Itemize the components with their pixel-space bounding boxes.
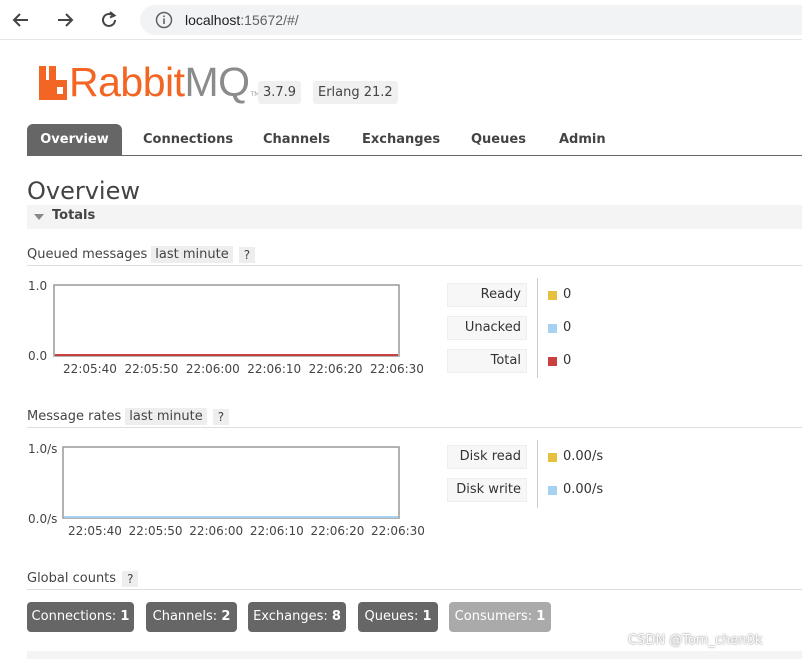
queued-x-tick-label: 22:05:40 <box>63 362 117 376</box>
global-counts-title: Global counts <box>27 571 117 586</box>
totals-label: Totals <box>52 208 96 223</box>
count-exchanges-value: 8 <box>331 609 341 624</box>
info-icon[interactable] <box>155 11 173 29</box>
count-exchanges-label: Exchanges: <box>253 609 328 624</box>
totals-section-toggle[interactable]: Totals <box>27 205 802 229</box>
legend-total-value: 0 <box>563 353 572 368</box>
url-host: localhost <box>185 12 241 28</box>
rates-x-tick-label: 22:06:00 <box>189 524 243 538</box>
queued-range-selector[interactable]: last minute <box>151 246 233 263</box>
page-title: Overview <box>27 177 140 205</box>
rates-y-max-label: 1.0/s <box>28 442 57 456</box>
rates-x-axis: 22:05:40 22:05:50 22:06:00 22:06:10 22:06:20… <box>68 524 425 538</box>
count-consumers-button[interactable]: Consumers: 1 <box>449 602 551 632</box>
count-consumers-label: Consumers: <box>454 609 533 624</box>
rates-help-button[interactable]: ? <box>212 408 230 425</box>
count-connections-label: Connections: <box>31 609 117 624</box>
legend-total-swatch <box>548 357 557 366</box>
browser-toolbar: localhost:15672/#/ <box>0 0 802 40</box>
legend-disk-read-label: Disk read <box>447 445 527 469</box>
count-consumers-value: 1 <box>536 609 546 624</box>
tab-channels[interactable]: Channels <box>263 124 330 156</box>
rates-chart-svg: 1.0/s 0.0/s 22:05:40 22:05:50 22:06:00 22:0… <box>28 442 425 538</box>
queued-messages-title: Queued messages <box>27 247 148 262</box>
tab-queues[interactable]: Queues <box>471 124 526 156</box>
queued-y-min-label: 0.0 <box>28 349 47 363</box>
reload-icon <box>102 11 117 27</box>
queued-x-tick-label: 22:06:10 <box>247 362 301 376</box>
tab-overview[interactable]: Overview <box>27 124 122 156</box>
queued-x-tick-label: 22:06:20 <box>309 362 363 376</box>
legend-disk-read-value: 0.00/s <box>563 449 604 464</box>
legend-disk-write-swatch <box>548 486 557 495</box>
queued-help-button[interactable]: ? <box>238 246 256 263</box>
legend-ready-swatch <box>548 291 557 300</box>
legend-disk-read-swatch <box>548 453 557 462</box>
tab-connections[interactable]: Connections <box>143 124 233 156</box>
global-help-button[interactable]: ? <box>122 570 139 587</box>
rabbit-logo-icon <box>39 66 67 100</box>
queued-plot-area <box>53 284 400 357</box>
rates-x-tick-label: 22:06:30 <box>371 524 425 538</box>
arrow-right-icon <box>58 13 74 27</box>
queued-x-axis: 22:05:40 22:05:50 22:06:00 22:06:10 22:06:20… <box>63 362 424 376</box>
main-nav-tabs: Overview Connections Channels Exchanges … <box>27 124 802 156</box>
legend-unacked-label: Unacked <box>447 316 527 340</box>
count-connections-button[interactable]: Connections: 1 <box>27 602 134 632</box>
legend-disk-write-value: 0.00/s <box>563 482 604 497</box>
queued-x-tick-label: 22:05:50 <box>124 362 178 376</box>
rates-plot-area <box>62 446 400 519</box>
tab-exchanges[interactable]: Exchanges <box>362 124 440 156</box>
reload-button[interactable] <box>96 8 122 32</box>
count-queues-value: 1 <box>422 609 432 624</box>
logo-rabbit-text: Rabbit <box>69 59 185 105</box>
arrow-left-icon <box>12 13 28 27</box>
legend-ready-value: 0 <box>563 287 572 302</box>
legend-disk-write-label: Disk write <box>447 478 527 502</box>
count-queues-button[interactable]: Queues: 1 <box>358 602 438 632</box>
count-connections-value: 1 <box>120 609 130 624</box>
rabbitmq-logo[interactable]: RabbitMQ TM <box>38 62 259 103</box>
rates-x-tick-label: 22:05:40 <box>68 524 122 538</box>
queued-x-tick-label: 22:06:30 <box>370 362 424 376</box>
queued-messages-chart: 1.0 0.0 22:05:40 22:05:50 22:06:00 22:06:10… <box>27 278 437 382</box>
queued-x-tick-label: 22:06:00 <box>186 362 240 376</box>
rates-range-selector[interactable]: last minute <box>125 408 207 425</box>
legend-unacked-swatch <box>548 324 557 333</box>
back-button[interactable] <box>8 8 34 32</box>
next-section-header <box>27 651 802 659</box>
rabbitmq-version-badge: 3.7.9 <box>258 81 302 104</box>
address-bar[interactable]: localhost:15672/#/ <box>140 5 802 35</box>
message-rates-chart: 1.0/s 0.0/s 22:05:40 22:05:50 22:06:00 22:0… <box>27 440 437 544</box>
collapse-triangle-icon <box>34 214 44 220</box>
queued-chart-svg: 1.0 0.0 22:05:40 22:05:50 22:06:00 22:06:10… <box>28 279 424 376</box>
queued-messages-header: Queued messages last minute ? <box>27 244 802 266</box>
queued-y-max-label: 1.0 <box>28 279 47 293</box>
legend-unacked-value: 0 <box>563 320 572 335</box>
message-rates-header: Message rates last minute ? <box>27 406 802 428</box>
count-exchanges-button[interactable]: Exchanges: 8 <box>248 602 346 632</box>
count-queues-label: Queues: <box>364 609 419 624</box>
watermark: CSDN @Tom_chen0k <box>628 633 763 648</box>
global-counts-header: Global counts ? <box>27 568 802 590</box>
rates-legend-divider <box>537 440 538 508</box>
rates-x-tick-label: 22:06:20 <box>310 524 364 538</box>
rates-y-min-label: 0.0/s <box>28 512 57 526</box>
legend-ready-label: Ready <box>447 283 527 307</box>
count-channels-value: 2 <box>221 609 231 624</box>
message-rates-title: Message rates <box>27 409 122 424</box>
forward-button[interactable] <box>52 8 78 32</box>
rates-x-tick-label: 22:05:50 <box>129 524 183 538</box>
legend-divider <box>537 278 538 378</box>
count-channels-label: Channels: <box>152 609 218 624</box>
rates-x-tick-label: 22:06:10 <box>250 524 304 538</box>
url-path: :15672/#/ <box>240 12 299 28</box>
tab-admin[interactable]: Admin <box>559 124 606 156</box>
count-channels-button[interactable]: Channels: 2 <box>146 602 237 632</box>
legend-total-label: Total <box>447 349 527 373</box>
logo-mq-text: MQ <box>184 59 251 105</box>
erlang-version-badge: Erlang 21.2 <box>313 81 398 104</box>
